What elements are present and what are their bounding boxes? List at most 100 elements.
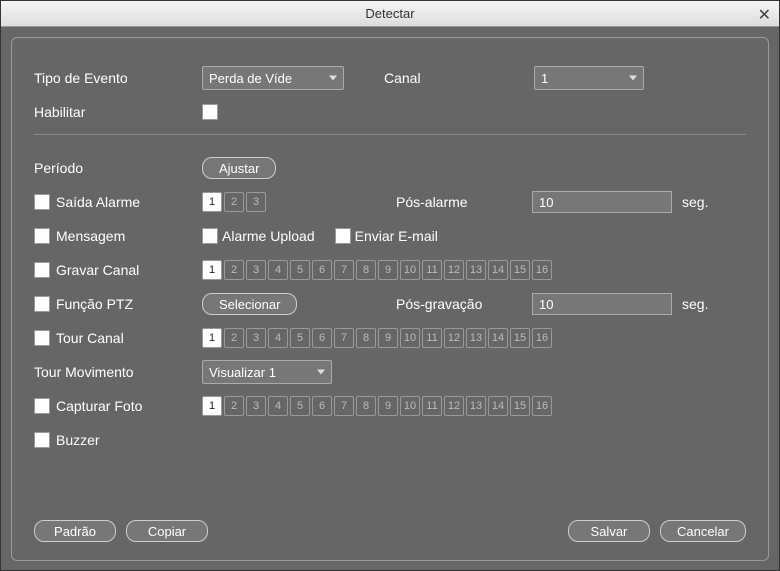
tour-ch-4[interactable]: 4 (268, 328, 288, 348)
foto-ch-5[interactable]: 5 (290, 396, 310, 416)
canal-value: 1 (541, 71, 548, 86)
tour-ch-8[interactable]: 8 (356, 328, 376, 348)
habilitar-checkbox[interactable] (202, 104, 218, 120)
gravar-ch-15[interactable]: 15 (510, 260, 530, 280)
label-pos-gravacao: Pós-gravação (396, 296, 526, 312)
salvar-button[interactable]: Salvar (568, 520, 650, 542)
label-funcao-ptz: Função PTZ (56, 296, 133, 312)
saida-alarme-grid: 1 2 3 (202, 192, 266, 212)
tipo-evento-value: Perda de Víde (209, 71, 292, 86)
tour-ch-11[interactable]: 11 (422, 328, 442, 348)
tour-ch-2[interactable]: 2 (224, 328, 244, 348)
foto-ch-13[interactable]: 13 (466, 396, 486, 416)
tour-ch-5[interactable]: 5 (290, 328, 310, 348)
alarm-out-2[interactable]: 2 (224, 192, 244, 212)
tour-canal-grid: 12345678910111213141516 (202, 328, 552, 348)
gravar-ch-2[interactable]: 2 (224, 260, 244, 280)
padrao-button[interactable]: Padrão (34, 520, 116, 542)
gravar-ch-16[interactable]: 16 (532, 260, 552, 280)
gravar-ch-14[interactable]: 14 (488, 260, 508, 280)
tour-canal-checkbox[interactable] (34, 330, 50, 346)
tour-ch-7[interactable]: 7 (334, 328, 354, 348)
label-alarme-upload: Alarme Upload (222, 228, 315, 244)
tour-ch-3[interactable]: 3 (246, 328, 266, 348)
gravar-ch-12[interactable]: 12 (444, 260, 464, 280)
tour-ch-12[interactable]: 12 (444, 328, 464, 348)
tour-ch-6[interactable]: 6 (312, 328, 332, 348)
gravar-canal-checkbox[interactable] (34, 262, 50, 278)
content-panel: Tipo de Evento Perda de Víde Canal 1 Hab… (11, 37, 769, 561)
tipo-evento-select[interactable]: Perda de Víde (202, 66, 344, 90)
selecionar-button[interactable]: Selecionar (202, 293, 297, 315)
gravar-ch-8[interactable]: 8 (356, 260, 376, 280)
enviar-email-checkbox[interactable] (335, 228, 351, 244)
funcao-ptz-checkbox[interactable] (34, 296, 50, 312)
foto-ch-10[interactable]: 10 (400, 396, 420, 416)
foto-ch-3[interactable]: 3 (246, 396, 266, 416)
foto-ch-16[interactable]: 16 (532, 396, 552, 416)
footer: Padrão Copiar Salvar Cancelar (34, 520, 746, 542)
ajustar-button[interactable]: Ajustar (202, 157, 276, 179)
foto-ch-14[interactable]: 14 (488, 396, 508, 416)
divider (34, 134, 746, 135)
label-seg-1: seg. (682, 194, 708, 210)
gravar-ch-6[interactable]: 6 (312, 260, 332, 280)
label-pos-alarme: Pós-alarme (396, 194, 526, 210)
gravar-ch-9[interactable]: 9 (378, 260, 398, 280)
gravar-ch-4[interactable]: 4 (268, 260, 288, 280)
gravar-ch-5[interactable]: 5 (290, 260, 310, 280)
tour-ch-9[interactable]: 9 (378, 328, 398, 348)
foto-ch-6[interactable]: 6 (312, 396, 332, 416)
tour-movimento-value: Visualizar 1 (209, 365, 276, 380)
gravar-ch-13[interactable]: 13 (466, 260, 486, 280)
foto-ch-12[interactable]: 12 (444, 396, 464, 416)
foto-ch-2[interactable]: 2 (224, 396, 244, 416)
capturar-foto-checkbox[interactable] (34, 398, 50, 414)
label-buzzer: Buzzer (56, 432, 100, 448)
foto-ch-4[interactable]: 4 (268, 396, 288, 416)
canal-select[interactable]: 1 (534, 66, 644, 90)
copiar-button[interactable]: Copiar (126, 520, 208, 542)
gravar-canal-grid: 12345678910111213141516 (202, 260, 552, 280)
tour-ch-1[interactable]: 1 (202, 328, 222, 348)
tour-ch-15[interactable]: 15 (510, 328, 530, 348)
foto-ch-9[interactable]: 9 (378, 396, 398, 416)
foto-ch-1[interactable]: 1 (202, 396, 222, 416)
tour-movimento-select[interactable]: Visualizar 1 (202, 360, 332, 384)
label-tour-movimento: Tour Movimento (34, 364, 202, 380)
pos-gravacao-input[interactable] (532, 293, 672, 315)
alarm-out-3[interactable]: 3 (246, 192, 266, 212)
foto-ch-15[interactable]: 15 (510, 396, 530, 416)
label-habilitar: Habilitar (34, 104, 202, 120)
close-icon[interactable]: ✕ (758, 5, 771, 25)
pos-alarme-input[interactable] (532, 191, 672, 213)
gravar-ch-1[interactable]: 1 (202, 260, 222, 280)
alarme-upload-checkbox[interactable] (202, 228, 218, 244)
buzzer-checkbox[interactable] (34, 432, 50, 448)
tour-ch-14[interactable]: 14 (488, 328, 508, 348)
tour-ch-13[interactable]: 13 (466, 328, 486, 348)
window-title: Detectar (365, 6, 414, 21)
saida-alarme-checkbox[interactable] (34, 194, 50, 210)
gravar-ch-3[interactable]: 3 (246, 260, 266, 280)
foto-ch-11[interactable]: 11 (422, 396, 442, 416)
capturar-foto-grid: 12345678910111213141516 (202, 396, 552, 416)
tour-ch-10[interactable]: 10 (400, 328, 420, 348)
gravar-ch-11[interactable]: 11 (422, 260, 442, 280)
label-tipo-evento: Tipo de Evento (34, 70, 202, 86)
mensagem-checkbox[interactable] (34, 228, 50, 244)
label-periodo: Período (34, 160, 202, 176)
foto-ch-7[interactable]: 7 (334, 396, 354, 416)
label-gravar-canal: Gravar Canal (56, 262, 139, 278)
label-canal: Canal (384, 70, 534, 86)
label-capturar-foto: Capturar Foto (56, 398, 142, 414)
foto-ch-8[interactable]: 8 (356, 396, 376, 416)
label-mensagem: Mensagem (56, 228, 125, 244)
gravar-ch-10[interactable]: 10 (400, 260, 420, 280)
tour-ch-16[interactable]: 16 (532, 328, 552, 348)
detect-dialog: Detectar ✕ Tipo de Evento Perda de Víde … (0, 0, 780, 571)
cancelar-button[interactable]: Cancelar (660, 520, 746, 542)
alarm-out-1[interactable]: 1 (202, 192, 222, 212)
gravar-ch-7[interactable]: 7 (334, 260, 354, 280)
label-enviar-email: Enviar E-mail (355, 228, 438, 244)
